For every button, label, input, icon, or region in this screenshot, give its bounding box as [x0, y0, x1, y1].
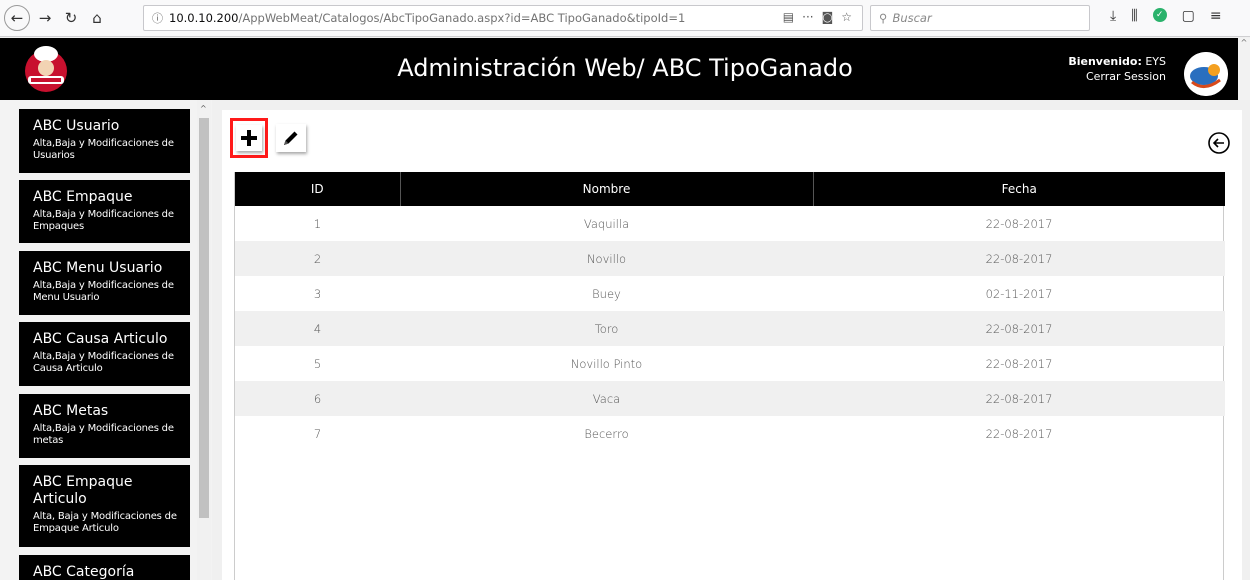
- cell-id: 6: [313, 391, 322, 406]
- cell-nombre: Buey: [592, 286, 621, 301]
- sidebar-item-abc-metas[interactable]: ABC Metas Alta,Baja y Modificaciones de …: [19, 394, 190, 458]
- extension-check-icon[interactable]: ✓: [1152, 8, 1167, 22]
- sidebar-item-desc: Alta,Baja y Modificaciones de metas: [33, 423, 174, 446]
- browser-back-button[interactable]: ←: [4, 5, 30, 31]
- sidebar-item-title: ABC Empaque: [33, 189, 133, 205]
- sidebar-toggle-icon[interactable]: ▢: [1182, 8, 1195, 24]
- cell-fecha: 22-08-2017: [985, 391, 1053, 406]
- logout-link[interactable]: Cerrar Session: [1068, 69, 1166, 84]
- table-row[interactable]: 5 Novillo Pinto 22-08-2017: [235, 346, 1225, 381]
- main-panel: ID Nombre Fecha 1 Vaquilla 22-08-2017 2 …: [222, 110, 1242, 580]
- sidebar-item-desc: Alta, Baja y Modificaciones de Empaque A…: [33, 511, 177, 534]
- sidebar-item-abc-categoria[interactable]: ABC Categoría: [19, 555, 190, 580]
- sidebar-item-title: ABC Menu Usuario: [33, 260, 163, 276]
- sidebar-item-title: ABC Usuario: [33, 118, 120, 134]
- cell-id: 1: [313, 216, 322, 231]
- table-row[interactable]: 4 Toro 22-08-2017: [235, 311, 1225, 346]
- menu-hamburger-icon[interactable]: ≡: [1210, 8, 1222, 24]
- cell-id: 4: [313, 321, 322, 336]
- browser-forward-button[interactable]: →: [34, 7, 56, 29]
- scroll-up-icon[interactable]: ^: [200, 104, 207, 113]
- cell-fecha: 22-08-2017: [985, 321, 1053, 336]
- home-icon[interactable]: ⌂: [86, 7, 108, 29]
- plus-icon: [241, 130, 257, 146]
- sidebar-scroll-thumb[interactable]: [199, 118, 209, 518]
- table-row[interactable]: 7 Becerro 22-08-2017: [235, 416, 1225, 451]
- circle-arrow-left-icon[interactable]: [1208, 132, 1230, 154]
- user-name: EYS: [1145, 55, 1166, 68]
- sidebar-item-desc: Alta,Baja y Modificaciones de Menu Usuar…: [33, 280, 174, 303]
- sidebar-item-desc: Alta,Baja y Modificaciones de Usuarios: [33, 138, 174, 161]
- tipo-ganado-table: ID Nombre Fecha 1 Vaquilla 22-08-2017 2 …: [235, 172, 1225, 451]
- bookmark-star-icon[interactable]: ☆: [841, 10, 852, 24]
- search-placeholder: Buscar: [892, 11, 932, 25]
- info-icon[interactable]: ⓘ: [152, 10, 163, 26]
- pencil-icon: [284, 131, 298, 145]
- browser-search-input[interactable]: ⚲ Buscar: [870, 5, 1090, 31]
- url-path: /AppWebMeat/Catalogos/AbcTipoGanado.aspx…: [238, 11, 686, 25]
- cell-id: 2: [313, 251, 322, 266]
- library-icon[interactable]: ⫼: [1131, 8, 1137, 24]
- app-header: Administración Web/ ABC TipoGanado Bienv…: [0, 38, 1250, 100]
- cell-id: 3: [313, 286, 322, 301]
- url-bar[interactable]: ⓘ 10.0.10.200/AppWebMeat/Catalogos/AbcTi…: [143, 5, 863, 31]
- sidebar: ABC Usuario Alta,Baja y Modificaciones d…: [0, 100, 212, 580]
- sidebar-item-desc: Alta,Baja y Modificaciones de Empaques: [33, 209, 174, 232]
- browser-toolbar: ← → ↻ ⌂ ⓘ 10.0.10.200/AppWebMeat/Catalog…: [0, 0, 1250, 37]
- sidebar-item-title: ABC Metas: [33, 403, 109, 419]
- page-scroll-up[interactable]: ^: [1238, 38, 1250, 100]
- sidebar-item-abc-menu-usuario[interactable]: ABC Menu Usuario Alta,Baja y Modificacio…: [19, 251, 190, 315]
- sidebar-item-title: ABC Empaque Articulo: [33, 474, 133, 507]
- cell-nombre: Vaca: [592, 391, 621, 406]
- avatar[interactable]: [1184, 52, 1228, 96]
- cell-nombre: Vaquilla: [583, 216, 630, 231]
- add-button[interactable]: [230, 118, 268, 158]
- cell-id: 7: [313, 426, 322, 441]
- reload-icon[interactable]: ↻: [60, 7, 82, 29]
- cell-nombre: Novillo Pinto: [570, 356, 643, 371]
- sidebar-scrollbar[interactable]: ^: [197, 100, 211, 580]
- add-button-face: [236, 125, 262, 151]
- column-header-fecha[interactable]: Fecha: [813, 172, 1225, 206]
- data-grid: ID Nombre Fecha 1 Vaquilla 22-08-2017 2 …: [234, 172, 1225, 580]
- welcome-label: Bienvenido:: [1068, 55, 1142, 68]
- download-icon[interactable]: ⤓: [1110, 8, 1116, 24]
- cell-fecha: 22-08-2017: [985, 216, 1053, 231]
- sidebar-item-abc-usuario[interactable]: ABC Usuario Alta,Baja y Modificaciones d…: [19, 109, 190, 173]
- search-icon: ⚲: [879, 11, 888, 25]
- table-row[interactable]: 2 Novillo 22-08-2017: [235, 241, 1225, 276]
- cell-fecha: 22-08-2017: [985, 356, 1053, 371]
- table-row[interactable]: 6 Vaca 22-08-2017: [235, 381, 1225, 416]
- table-header-row: ID Nombre Fecha: [235, 172, 1225, 206]
- cell-nombre: Novillo: [586, 251, 627, 266]
- table-row[interactable]: 3 Buey 02-11-2017: [235, 276, 1225, 311]
- sidebar-item-abc-causa-articulo[interactable]: ABC Causa Articulo Alta,Baja y Modificac…: [19, 322, 190, 386]
- table-row[interactable]: 1 Vaquilla 22-08-2017: [235, 206, 1225, 241]
- sidebar-item-abc-empaque-articulo[interactable]: ABC Empaque Articulo Alta, Baja y Modifi…: [19, 465, 190, 547]
- user-welcome: Bienvenido: EYS Cerrar Session: [1068, 54, 1166, 84]
- column-header-nombre[interactable]: Nombre: [400, 172, 814, 206]
- page-actions-icon[interactable]: ···: [802, 10, 813, 24]
- url-host: 10.0.10.200: [169, 11, 239, 25]
- reader-view-icon[interactable]: ▤: [783, 10, 794, 24]
- edit-button[interactable]: [276, 124, 306, 152]
- cell-nombre: Becerro: [584, 426, 629, 441]
- sidebar-item-abc-empaque[interactable]: ABC Empaque Alta,Baja y Modificaciones d…: [19, 180, 190, 243]
- cell-fecha: 22-08-2017: [985, 251, 1053, 266]
- page-title: Administración Web/ ABC TipoGanado: [397, 54, 853, 82]
- sidebar-item-title: ABC Causa Articulo: [33, 331, 168, 347]
- pocket-icon[interactable]: ◙: [822, 10, 834, 24]
- sidebar-item-title: ABC Categoría: [33, 564, 135, 580]
- column-header-id[interactable]: ID: [235, 172, 401, 206]
- cell-fecha: 22-08-2017: [985, 426, 1053, 441]
- sidebar-item-desc: Alta,Baja y Modificaciones de Causa Arti…: [33, 351, 174, 374]
- cell-nombre: Toro: [594, 321, 619, 336]
- cell-fecha: 02-11-2017: [985, 286, 1053, 301]
- cell-id: 5: [313, 356, 322, 371]
